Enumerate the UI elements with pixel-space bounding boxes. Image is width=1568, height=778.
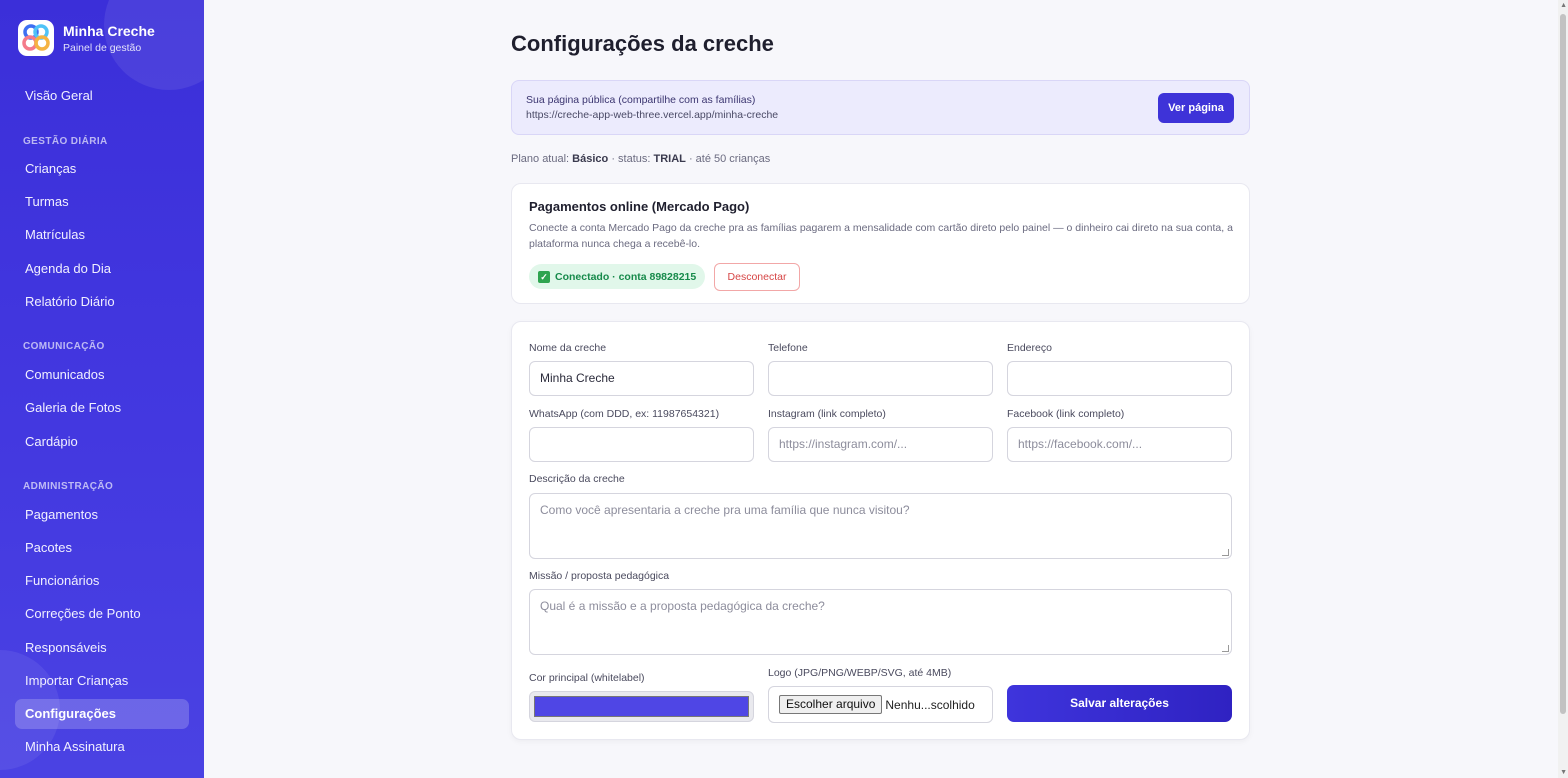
nome-input[interactable]: Minha Creche	[529, 361, 754, 396]
payments-card: Pagamentos online (Mercado Pago) Conecte…	[511, 183, 1250, 304]
scroll-down-icon[interactable]: ▼	[1560, 769, 1567, 776]
scrollbar[interactable]: ▲ ▼	[1558, 0, 1568, 778]
whatsapp-label: WhatsApp (com DDD, ex: 11987654321)	[529, 408, 720, 420]
sidebar-item-relatorio[interactable]: Relatório Diário	[15, 287, 189, 317]
logo-icon	[18, 20, 54, 56]
sidebar-item-correcoes-ponto[interactable]: Correções de Ponto	[15, 599, 189, 629]
facebook-input[interactable]: https://facebook.com/...	[1007, 427, 1232, 462]
sidebar-section-administracao: ADMINISTRAÇÃO	[23, 481, 114, 492]
plan-status: TRIAL	[653, 153, 686, 165]
disconnect-button[interactable]: Desconectar	[714, 263, 800, 291]
payments-description: Conecte a conta Mercado Pago da creche p…	[529, 222, 1233, 250]
sidebar-item-funcionarios[interactable]: Funcionários	[15, 566, 189, 596]
instagram-label: Instagram (link completo)	[768, 408, 886, 420]
public-page-label: Sua página pública (compartilhe com as f…	[526, 94, 756, 106]
plan-name: Básico	[572, 153, 609, 165]
descricao-textarea[interactable]: Como você apresentaria a creche pra uma …	[529, 493, 1232, 559]
plan-info: Plano atual: Básico · status: TRIAL · at…	[511, 153, 770, 165]
descricao-label: Descrição da creche	[529, 473, 625, 485]
brand-name: Minha Creche	[63, 22, 155, 39]
connected-badge: ✓ Conectado · conta 89828215	[529, 264, 706, 289]
plan-status-prefix: · status:	[611, 153, 651, 165]
cor-picker[interactable]	[529, 691, 754, 722]
page-title: Configurações da creche	[511, 31, 774, 56]
endereco-input[interactable]	[1007, 361, 1232, 396]
brand[interactable]: Minha Creche Painel de gestão	[18, 20, 155, 56]
sidebar-item-assinatura[interactable]: Minha Assinatura	[15, 732, 189, 762]
sidebar-item-pagamentos[interactable]: Pagamentos	[15, 500, 189, 530]
scroll-up-icon[interactable]: ▲	[1560, 2, 1567, 9]
sidebar-item-agenda[interactable]: Agenda do Dia	[15, 254, 189, 284]
settings-form: Nome da creche Minha Creche Telefone End…	[511, 321, 1250, 740]
descricao-placeholder: Como você apresentaria a creche pra uma …	[540, 503, 910, 517]
sidebar-item-pacotes[interactable]: Pacotes	[15, 533, 189, 563]
cor-swatch	[534, 696, 749, 717]
missao-textarea[interactable]: Qual é a missão e a proposta pedagógica …	[529, 589, 1232, 655]
sidebar-item-criancas[interactable]: Crianças	[15, 154, 189, 184]
cor-label: Cor principal (whitelabel)	[529, 672, 645, 684]
sidebar: Minha Creche Painel de gestão Visão Gera…	[0, 0, 204, 778]
choose-file-button[interactable]: Escolher arquivo	[779, 695, 883, 714]
telefone-input[interactable]	[768, 361, 993, 396]
instagram-input[interactable]: https://instagram.com/...	[768, 427, 993, 462]
sidebar-item-visao-geral[interactable]: Visão Geral	[15, 81, 189, 111]
sidebar-item-matriculas[interactable]: Matrículas	[15, 220, 189, 250]
connected-text: Conectado · conta 89828215	[555, 270, 697, 283]
payments-title: Pagamentos online (Mercado Pago)	[529, 199, 750, 214]
sidebar-item-cardapio[interactable]: Cardápio	[15, 427, 189, 457]
plan-prefix: Plano atual:	[511, 153, 570, 165]
save-button[interactable]: Salvar alterações	[1007, 685, 1232, 722]
file-status: Nenhu...scolhido	[885, 697, 975, 712]
nome-label: Nome da creche	[529, 342, 607, 354]
scrollbar-thumb[interactable]	[1560, 14, 1566, 714]
missao-label: Missão / proposta pedagógica	[529, 570, 670, 582]
sidebar-item-comunicados[interactable]: Comunicados	[15, 360, 189, 390]
sidebar-section-comunicacao: COMUNICAÇÃO	[23, 341, 105, 352]
sidebar-item-responsaveis[interactable]: Responsáveis	[15, 633, 189, 663]
sidebar-section-gestao-diaria: GESTÃO DIÁRIA	[23, 136, 108, 147]
resize-handle-icon[interactable]	[1222, 549, 1229, 556]
plan-limit: · até 50 crianças	[688, 153, 771, 165]
logo-file-input[interactable]: Escolher arquivo Nenhu...scolhido	[768, 686, 993, 723]
whatsapp-input[interactable]	[529, 427, 754, 462]
sidebar-item-turmas[interactable]: Turmas	[15, 187, 189, 217]
sidebar-item-importar[interactable]: Importar Crianças	[15, 666, 189, 696]
resize-handle-icon[interactable]	[1222, 645, 1229, 652]
logo-label: Logo (JPG/PNG/WEBP/SVG, até 4MB)	[768, 667, 952, 679]
telefone-label: Telefone	[768, 342, 808, 354]
facebook-label: Facebook (link completo)	[1007, 408, 1125, 420]
check-icon: ✓	[538, 270, 550, 283]
brand-subtitle: Painel de gestão	[63, 41, 142, 54]
sidebar-item-galeria[interactable]: Galeria de Fotos	[15, 393, 189, 423]
sidebar-item-configuracoes[interactable]: Configurações	[15, 699, 189, 729]
missao-placeholder: Qual é a missão e a proposta pedagógica …	[540, 599, 825, 613]
public-page-banner: Sua página pública (compartilhe com as f…	[511, 80, 1250, 135]
endereco-label: Endereço	[1007, 342, 1052, 354]
ver-pagina-button[interactable]: Ver página	[1158, 93, 1234, 123]
public-page-url: https://creche-app-web-three.vercel.app/…	[526, 109, 779, 121]
